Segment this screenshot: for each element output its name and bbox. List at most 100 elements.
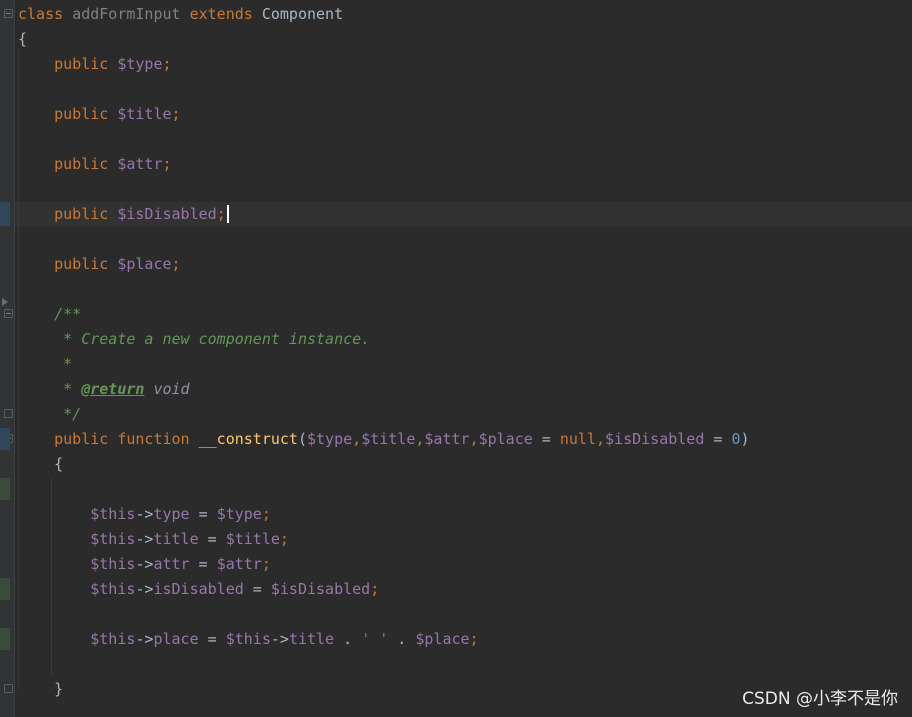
equals: = xyxy=(704,430,732,448)
code-line-24[interactable]: $this->isDisabled = $isDisabled; xyxy=(18,577,750,602)
code-line-26[interactable]: $this->place = $this->title . ' ' . $pla… xyxy=(18,627,750,652)
code-line-28[interactable]: } xyxy=(18,677,750,702)
assign: = xyxy=(189,555,217,573)
open-brace: { xyxy=(18,30,28,48)
code-line-22[interactable]: $this->title = $title; xyxy=(18,527,750,552)
code-line-12[interactable] xyxy=(18,277,750,302)
code-line-17[interactable]: */ xyxy=(18,402,750,427)
docblock-star: * xyxy=(54,355,73,373)
paren-close: ) xyxy=(740,430,750,448)
arrow-operator: -> xyxy=(135,580,154,598)
code-line-18[interactable]: public function __construct($type,$title… xyxy=(18,427,750,452)
semicolon: ; xyxy=(162,155,172,173)
field-place: place xyxy=(153,630,199,648)
code-line-3[interactable]: public $type; xyxy=(18,52,750,77)
property-attr: $attr xyxy=(117,155,163,173)
vcs-change-marker[interactable] xyxy=(0,478,10,500)
code-line-1[interactable]: class addFormInput extends Component xyxy=(18,2,750,27)
public-keyword: public xyxy=(54,105,109,123)
code-line-13[interactable]: /** xyxy=(18,302,750,327)
param-title: $title xyxy=(361,430,416,448)
code-line-21[interactable]: $this->type = $type; xyxy=(18,502,750,527)
code-line-9[interactable]: public $isDisabled; xyxy=(18,202,750,227)
fold-function-end-icon[interactable] xyxy=(4,684,13,693)
field-title: title xyxy=(288,630,335,648)
code-line-27[interactable] xyxy=(18,652,750,677)
fold-class-icon[interactable] xyxy=(4,9,13,18)
code-line-2[interactable]: { xyxy=(18,27,750,52)
vcs-change-marker[interactable] xyxy=(0,202,10,226)
semicolon: ; xyxy=(162,55,172,73)
code-line-4[interactable] xyxy=(18,77,750,102)
code-line-20[interactable] xyxy=(18,477,750,502)
code-editor[interactable]: class addFormInput extends Component { p… xyxy=(0,0,912,717)
gutter-divider xyxy=(14,0,15,717)
semicolon: ; xyxy=(279,530,289,548)
param-place: $place xyxy=(478,430,533,448)
code-line-23[interactable]: $this->attr = $attr; xyxy=(18,552,750,577)
return-tag[interactable]: @return xyxy=(81,380,144,398)
arrow-operator: -> xyxy=(135,530,154,548)
code-line-11[interactable]: public $place; xyxy=(18,252,750,277)
code-lines[interactable]: class addFormInput extends Component { p… xyxy=(18,2,750,702)
code-line-6[interactable] xyxy=(18,127,750,152)
breakpoint-arrow-icon xyxy=(2,298,8,306)
concat-operator: . xyxy=(388,630,416,648)
field-type: type xyxy=(153,505,190,523)
parent-class: Component xyxy=(261,5,344,23)
public-keyword: public xyxy=(54,55,109,73)
docblock-open: /** xyxy=(54,305,82,323)
this-var: $this xyxy=(225,630,271,648)
code-line-5[interactable]: public $title; xyxy=(18,102,750,127)
comma: , xyxy=(469,430,479,448)
fold-docblock-icon[interactable] xyxy=(4,309,13,318)
public-keyword: public xyxy=(54,205,109,223)
arrow-operator: -> xyxy=(135,555,154,573)
equals: = xyxy=(532,430,560,448)
property-place: $place xyxy=(117,255,172,273)
semicolon: ; xyxy=(370,580,380,598)
code-line-14[interactable]: * Create a new component instance. xyxy=(18,327,750,352)
this-var: $this xyxy=(90,580,136,598)
semicolon: ; xyxy=(171,105,181,123)
csdn-watermark: CSDN @小李不是你 xyxy=(742,689,898,709)
code-line-19[interactable]: { xyxy=(18,452,750,477)
string-space: ' ' xyxy=(361,630,389,648)
extends-keyword: extends xyxy=(189,5,253,23)
code-line-7[interactable]: public $attr; xyxy=(18,152,750,177)
code-line-25[interactable] xyxy=(18,602,750,627)
null-keyword: null xyxy=(559,430,596,448)
field-attr: attr xyxy=(153,555,190,573)
this-var: $this xyxy=(90,530,136,548)
semicolon: ; xyxy=(261,555,271,573)
code-line-10[interactable] xyxy=(18,227,750,252)
vcs-change-marker[interactable] xyxy=(0,628,10,650)
function-name: __construct xyxy=(198,430,298,448)
paren-open: ( xyxy=(297,430,307,448)
code-line-15[interactable]: * xyxy=(18,352,750,377)
number-zero: 0 xyxy=(731,430,741,448)
param-isDisabled: $isDisabled xyxy=(605,430,705,448)
public-keyword: public xyxy=(54,430,109,448)
this-var: $this xyxy=(90,630,136,648)
semicolon: ; xyxy=(216,205,226,223)
semicolon: ; xyxy=(469,630,479,648)
docblock-close: */ xyxy=(54,405,82,423)
var-isDisabled: $isDisabled xyxy=(270,580,371,598)
return-type: void xyxy=(153,380,190,398)
vcs-change-marker[interactable] xyxy=(0,578,10,600)
fold-docblock-end-icon[interactable] xyxy=(4,409,13,418)
public-keyword: public xyxy=(54,155,109,173)
code-line-16[interactable]: * @return void xyxy=(18,377,750,402)
public-keyword: public xyxy=(54,255,109,273)
semicolon: ; xyxy=(261,505,271,523)
comma: , xyxy=(352,430,362,448)
code-line-8[interactable] xyxy=(18,177,750,202)
open-brace: { xyxy=(54,455,64,473)
vcs-change-marker[interactable] xyxy=(0,428,10,450)
this-var: $this xyxy=(90,505,136,523)
property-type: $type xyxy=(117,55,163,73)
concat-operator: . xyxy=(334,630,362,648)
editor-gutter xyxy=(0,0,14,717)
text-caret xyxy=(226,205,229,223)
